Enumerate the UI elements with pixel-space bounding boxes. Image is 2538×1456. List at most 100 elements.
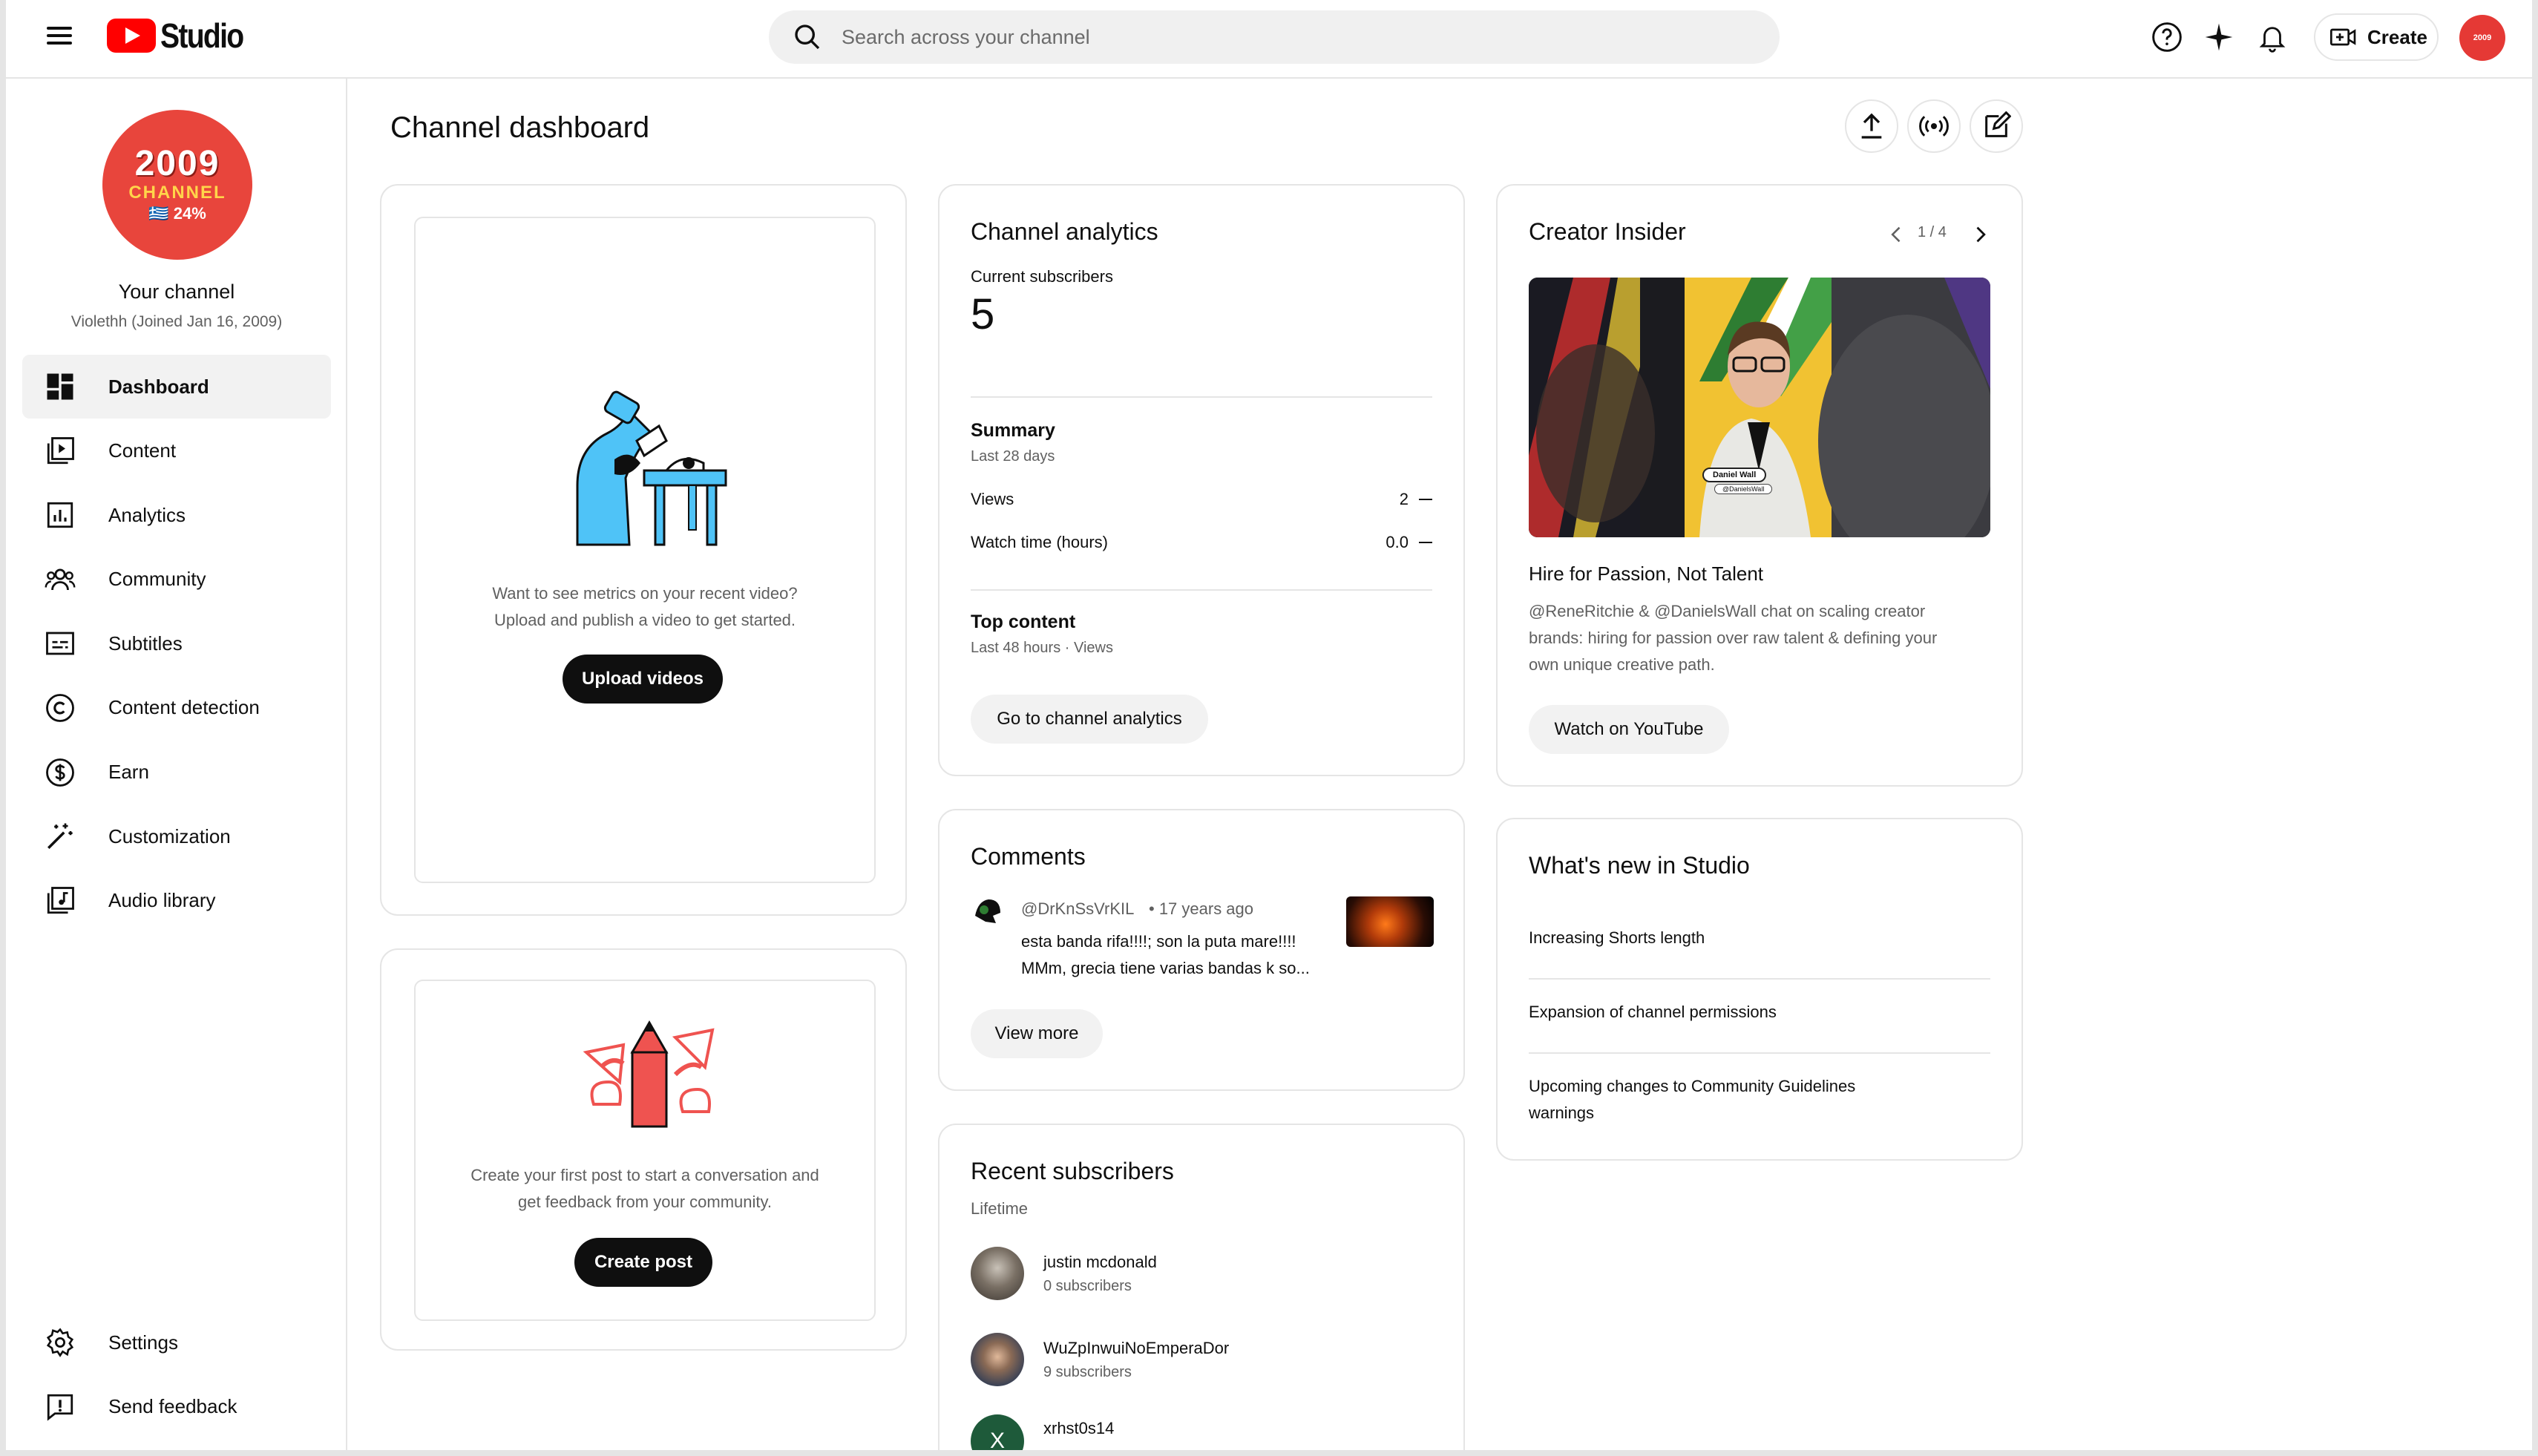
chevron-right-icon[interactable] bbox=[1965, 220, 1995, 249]
summary-title: Summary bbox=[971, 420, 1055, 441]
thumbnail-handle-tag: @DanielsWall bbox=[1714, 484, 1773, 494]
comment-video-thumbnail[interactable] bbox=[1346, 896, 1434, 947]
create-post-button[interactable]: Create post bbox=[574, 1238, 712, 1287]
subscriber-row[interactable]: WuZpInwuiNoEmperaDor 9 subscribers bbox=[971, 1330, 1229, 1389]
dashboard-icon bbox=[47, 373, 73, 400]
upload-icon bbox=[1861, 113, 1882, 139]
studio-logo[interactable]: Studio bbox=[107, 16, 258, 55]
sidebar-item-label: Dashboard bbox=[108, 375, 209, 398]
subscriber-initial: X bbox=[989, 1429, 1005, 1453]
sidebar-item-customization[interactable]: Customization bbox=[22, 804, 331, 868]
feedback-icon bbox=[47, 1394, 73, 1421]
thumbnail-name-tag: Daniel Wall bbox=[1702, 468, 1767, 482]
sidebar-item-send-feedback[interactable]: Send feedback bbox=[22, 1375, 331, 1439]
video-desc-1: @ReneRitchie & @DanielsWall chat on scal… bbox=[1529, 602, 1926, 620]
thumbnail-scene bbox=[1529, 278, 1990, 537]
sidebar-item-earn[interactable]: Earn bbox=[22, 741, 331, 804]
create-post-action-button[interactable] bbox=[1970, 99, 2023, 153]
sidebar-item-content[interactable]: Content bbox=[22, 419, 331, 483]
comment-author[interactable]: @DrKnSsVrKIL bbox=[1021, 899, 1134, 919]
sidebar-item-analytics[interactable]: Analytics bbox=[22, 483, 331, 547]
views-trend-dash bbox=[1419, 499, 1432, 500]
sidebar-item-community[interactable]: Community bbox=[22, 548, 331, 611]
recent-subscribers-title: Recent subscribers bbox=[971, 1158, 1174, 1184]
whats-new-card: What's new in Studio Increasing Shorts l… bbox=[1496, 818, 2023, 1161]
divider bbox=[971, 589, 1432, 591]
whats-new-item[interactable]: Expansion of channel permissions bbox=[1529, 999, 1989, 1026]
whats-new-item[interactable]: Increasing Shorts length bbox=[1529, 925, 1989, 951]
divider bbox=[1529, 978, 1990, 980]
subscriber-row[interactable]: X xrhst0s14 bbox=[971, 1414, 1114, 1456]
current-subscribers-value: 5 bbox=[971, 290, 995, 338]
create-post-card: Create your first post to start a conver… bbox=[380, 948, 907, 1351]
summary-period: Last 28 days bbox=[971, 448, 1055, 465]
sidebar: 2009 CHANNEL 🇬🇷 24% Your channel Violeth… bbox=[6, 79, 347, 1450]
account-avatar[interactable]: 2009 bbox=[2459, 15, 2505, 61]
search-input[interactable] bbox=[842, 25, 1732, 49]
creator-insider-thumbnail[interactable]: Daniel Wall @DanielsWall bbox=[1529, 278, 1990, 537]
comment-author-avatar[interactable] bbox=[971, 893, 1005, 928]
go-to-channel-analytics-button[interactable]: Go to channel analytics bbox=[971, 695, 1208, 744]
divider bbox=[971, 396, 1432, 398]
dollar-icon bbox=[46, 758, 74, 787]
top-content-title: Top content bbox=[971, 611, 1076, 632]
views-value: 2 bbox=[1399, 490, 1409, 508]
account-avatar-text: 2009 bbox=[2473, 33, 2492, 42]
upload-videos-button[interactable]: Upload videos bbox=[563, 655, 723, 704]
live-broadcast-icon bbox=[1919, 116, 1949, 137]
sidebar-item-label: Subtitles bbox=[108, 632, 183, 655]
upload-action-button[interactable] bbox=[1845, 99, 1898, 153]
search-bar[interactable] bbox=[769, 10, 1780, 64]
sidebar-bottom: Settings Send feedback bbox=[22, 1311, 331, 1439]
notifications-icon[interactable] bbox=[2255, 19, 2290, 55]
top-content-period: Last 48 hours · Views bbox=[971, 640, 1113, 656]
subscriber-count: 9 subscribers bbox=[1043, 1363, 1132, 1380]
creator-insider-title: Creator Insider bbox=[1529, 218, 1686, 245]
current-subscribers-label: Current subscribers bbox=[971, 267, 1113, 286]
view-more-comments-button[interactable]: View more bbox=[971, 1009, 1103, 1058]
subscriber-count: 0 subscribers bbox=[1043, 1277, 1132, 1294]
channel-name[interactable]: Your channel bbox=[6, 281, 347, 304]
chevron-left-icon[interactable] bbox=[1882, 220, 1912, 249]
create-post-card-inner: Create your first post to start a conver… bbox=[414, 980, 876, 1321]
whats-new-item[interactable]: Upcoming changes to Community Guidelines… bbox=[1529, 1073, 1915, 1127]
sidebar-item-dashboard[interactable]: Dashboard bbox=[22, 355, 331, 419]
logo-text: Studio bbox=[160, 16, 244, 55]
create-label: Create bbox=[2367, 25, 2427, 48]
channel-avatar[interactable]: 2009 CHANNEL 🇬🇷 24% bbox=[102, 110, 252, 260]
analytics-title: Channel analytics bbox=[971, 218, 1158, 245]
post-illustration bbox=[583, 1020, 715, 1128]
upload-card-text-1: Want to see metrics on your recent video… bbox=[492, 584, 798, 603]
create-post-text-2: get feedback from your community. bbox=[518, 1193, 772, 1211]
sparkle-icon[interactable] bbox=[2201, 19, 2237, 55]
subscriber-avatar: X bbox=[971, 1414, 1024, 1456]
subtitles-icon bbox=[46, 632, 74, 655]
whats-new-title: What's new in Studio bbox=[1529, 852, 1750, 879]
gear-icon bbox=[46, 1328, 74, 1357]
search-icon[interactable] bbox=[793, 22, 822, 52]
menu-icon[interactable] bbox=[43, 22, 76, 55]
subscriber-avatar bbox=[971, 1333, 1024, 1386]
create-button[interactable]: Create bbox=[2314, 13, 2439, 61]
sidebar-item-label: Earn bbox=[108, 761, 149, 784]
community-icon bbox=[45, 568, 76, 590]
video-title[interactable]: Hire for Passion, Not Talent bbox=[1529, 563, 1763, 586]
help-icon[interactable] bbox=[2149, 19, 2185, 55]
content-icon bbox=[47, 436, 74, 464]
creator-insider-pager: 1 / 4 bbox=[1918, 224, 1947, 240]
sidebar-item-content-detection[interactable]: Content detection bbox=[22, 676, 331, 740]
avatar-percent: 🇬🇷 24% bbox=[148, 204, 206, 223]
channel-analytics-card: Channel analytics Current subscribers 5 … bbox=[938, 184, 1465, 776]
sidebar-item-subtitles[interactable]: Subtitles bbox=[22, 611, 331, 675]
avatar-channel-label: CHANNEL bbox=[128, 183, 226, 203]
page-title: Channel dashboard bbox=[390, 111, 650, 144]
comment-time: • 17 years ago bbox=[1149, 899, 1254, 918]
go-live-button[interactable] bbox=[1907, 99, 1961, 153]
watch-on-youtube-button[interactable]: Watch on YouTube bbox=[1529, 705, 1729, 754]
magic-wand-icon bbox=[47, 823, 73, 850]
sidebar-item-label: Settings bbox=[108, 1331, 178, 1354]
subscriber-row[interactable]: justin mcdonald 0 subscribers bbox=[971, 1244, 1157, 1303]
sidebar-item-audio-library[interactable]: Audio library bbox=[22, 869, 331, 933]
sidebar-item-settings[interactable]: Settings bbox=[22, 1311, 331, 1374]
sidebar-item-label: Analytics bbox=[108, 503, 186, 526]
